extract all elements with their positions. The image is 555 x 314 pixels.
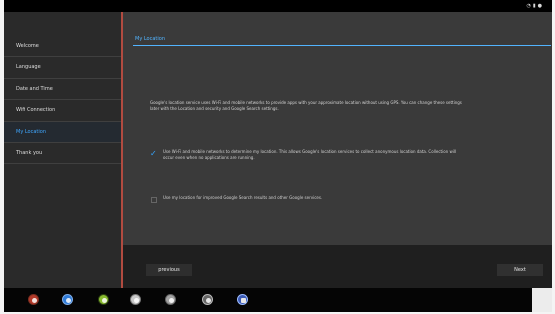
next-button[interactable]: Next: [497, 264, 543, 276]
sidebar-item-thank-you[interactable]: Thank you: [4, 143, 121, 165]
google-search-location-label: Use my location for improved Google Sear…: [163, 195, 323, 200]
sidebar-list: Welcome Language Date and Time Wifi Conn…: [4, 36, 121, 165]
previous-button[interactable]: previous: [146, 264, 192, 276]
sidebar-item-label: Wifi Connection: [16, 107, 56, 114]
location-description: Google's location service uses Wi-Fi and…: [150, 100, 462, 111]
sidebar-item-my-location[interactable]: My Location: [4, 121, 121, 143]
checkbox-empty-icon[interactable]: [151, 197, 157, 203]
email-icon[interactable]: [237, 294, 248, 305]
corner-shade: [532, 288, 552, 312]
status-icons: ◔▮●: [526, 3, 544, 9]
clock-icon: ●: [537, 3, 544, 9]
sidebar-item-label: My Location: [16, 128, 47, 135]
setup-sidebar: Welcome Language Date and Time Wifi Conn…: [4, 12, 121, 288]
page-title: My Location: [135, 36, 166, 42]
wifi-location-label: Use Wi-Fi and mobile networks to determi…: [163, 149, 457, 160]
sidebar-item-welcome[interactable]: Welcome: [4, 36, 121, 58]
sidebar-item-label: Welcome: [16, 43, 39, 49]
status-bar: ◔▮●: [4, 0, 552, 12]
sidebar-item-wifi-connection[interactable]: Wifi Connection: [4, 100, 121, 122]
settings-icon[interactable]: [130, 294, 141, 305]
sidebar-item-date-time[interactable]: Date and Time: [4, 79, 121, 101]
setup-screen: ◔▮● Welcome Language Date and Time Wifi …: [4, 0, 552, 312]
checkmark-icon[interactable]: ✓: [150, 150, 158, 158]
browser-icon[interactable]: [62, 294, 73, 305]
title-underline: [133, 45, 551, 46]
android-icon[interactable]: [98, 294, 109, 305]
navigation-footer: previous Next: [123, 245, 552, 288]
sidebar-item-label: Language: [16, 64, 41, 71]
sidebar-item-label: Thank you: [16, 149, 43, 156]
sidebar-item-language[interactable]: Language: [4, 57, 121, 79]
sidebar-item-label: Date and Time: [16, 85, 53, 92]
location-settings-panel: My Location Google's location service us…: [123, 12, 552, 245]
camera-icon[interactable]: [202, 294, 213, 305]
taskbar: [4, 288, 552, 312]
launcher-icon[interactable]: [28, 294, 39, 305]
audio-icon[interactable]: [165, 294, 176, 305]
